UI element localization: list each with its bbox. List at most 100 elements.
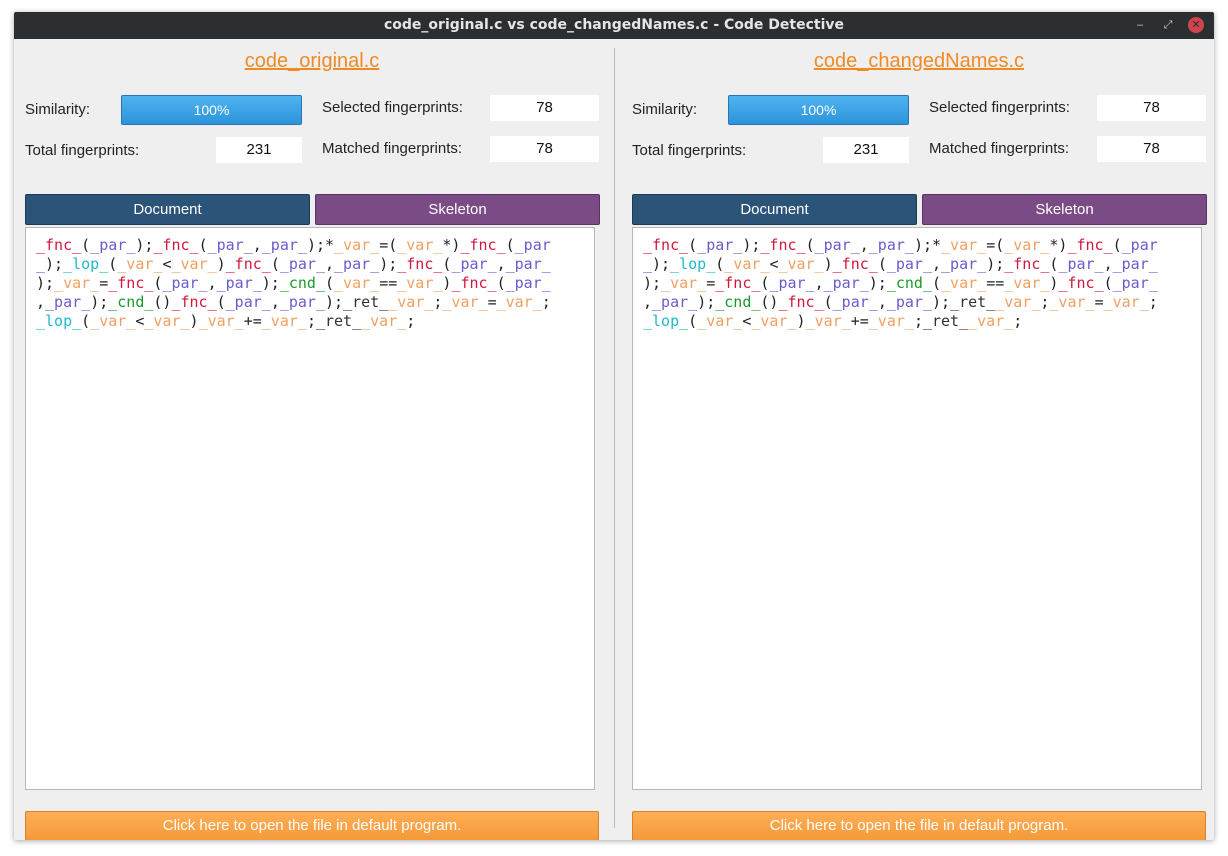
code-token: _var_ <box>397 236 443 254</box>
code-token: _var_ <box>90 312 136 330</box>
code-token: _fnc_ <box>643 236 689 254</box>
code-token: _ret_ <box>922 312 969 330</box>
code-token: ) <box>189 312 199 330</box>
code-token: += <box>243 312 262 330</box>
code-token: _par_ <box>90 236 136 254</box>
code-token: _par_ <box>1058 255 1104 273</box>
code-token: _par_ <box>1112 274 1158 292</box>
total-fingerprints-value: 231 <box>823 137 909 163</box>
file-name-link[interactable]: code_changedNames.c <box>621 50 1214 73</box>
code-token: ); <box>36 274 55 292</box>
code-token: _par_ <box>886 255 932 273</box>
code-token: _var_ <box>1103 293 1149 311</box>
code-token: _var_ <box>54 274 100 292</box>
code-token: , <box>932 255 942 273</box>
code-token: _var_ <box>442 293 488 311</box>
code-token: _par_ <box>652 293 698 311</box>
code-token: _var_ <box>198 312 244 330</box>
window-title: code_original.c vs code_changedNames.c -… <box>383 17 845 33</box>
code-token: _par_ <box>868 236 914 254</box>
code-token: , <box>859 236 869 254</box>
code-token: ( <box>216 293 226 311</box>
code-token: _fnc_ <box>171 293 217 311</box>
code-token: _par_ <box>505 274 551 292</box>
code-token: _cnd_ <box>108 293 154 311</box>
code-line: );_var_=_fnc_(_par_,_par_);_cnd_(_var_==… <box>643 274 1191 293</box>
code-token: *) <box>442 236 461 254</box>
code-token: _ <box>36 255 46 273</box>
code-token: = <box>1094 293 1104 311</box>
code-token: _lop_ <box>670 255 716 273</box>
code-token: _fnc_ <box>225 255 271 273</box>
code-token: ( <box>877 255 887 273</box>
code-token: ( <box>325 274 335 292</box>
code-token: ; <box>406 312 416 330</box>
code-line: _);_lop_(_var_<_var_)_fnc_(_par_,_par_);… <box>36 255 584 274</box>
code-token: _par_ <box>261 236 307 254</box>
maximize-icon[interactable]: ⤢ <box>1160 17 1176 33</box>
code-token: _var_ <box>995 293 1041 311</box>
code-token: , <box>325 255 335 273</box>
code-token: _ <box>643 255 653 273</box>
code-token: _var_ <box>751 312 797 330</box>
code-token: , <box>814 274 824 292</box>
code-token: _fnc_ <box>153 236 199 254</box>
selected-fingerprints-value: 78 <box>1097 95 1206 121</box>
code-token: _var_ <box>144 312 190 330</box>
code-token: _par_ <box>279 293 325 311</box>
code-token: ( <box>805 236 815 254</box>
code-token: () <box>153 293 172 311</box>
code-token: _lop_ <box>643 312 689 330</box>
code-token: ); <box>868 274 887 292</box>
code-token: ); <box>986 255 1005 273</box>
open-file-button[interactable]: Click here to open the file in default p… <box>632 811 1206 840</box>
open-file-button[interactable]: Click here to open the file in default p… <box>25 811 599 840</box>
code-token: *) <box>1049 236 1068 254</box>
file-name-link[interactable]: code_original.c <box>14 50 610 73</box>
code-token: _fnc_ <box>1067 236 1113 254</box>
code-viewer[interactable]: _fnc_(_par_);_fnc_(_par_,_par_);*_var_=(… <box>25 227 595 790</box>
code-token: ); <box>932 293 951 311</box>
code-token: _var_ <box>778 255 824 273</box>
code-token: _var_ <box>361 312 407 330</box>
code-token: =( <box>986 236 1005 254</box>
code-token: _var_ <box>1049 293 1095 311</box>
code-token: _par_ <box>451 255 497 273</box>
code-token: _var_ <box>388 293 434 311</box>
code-token: ( <box>932 274 942 292</box>
left-panel: code_original.c Similarity: 100% Selecte… <box>14 39 614 840</box>
code-token: ) <box>796 312 806 330</box>
code-token: ; <box>541 293 551 311</box>
matched-fingerprints-value: 78 <box>490 136 599 162</box>
code-token: == <box>379 274 398 292</box>
code-token: _par <box>1121 236 1158 254</box>
selected-fingerprints-value: 78 <box>490 95 599 121</box>
code-token: ( <box>1112 236 1122 254</box>
code-token: ) <box>216 255 226 273</box>
code-token: _ret_ <box>950 293 996 311</box>
code-token: _fnc_ <box>832 255 878 273</box>
code-token: , <box>496 255 506 273</box>
app-window: code_original.c vs code_changedNames.c -… <box>14 12 1214 840</box>
tab-document[interactable]: Document <box>632 194 917 225</box>
code-token: ); <box>135 236 154 254</box>
code-token: _par_ <box>225 293 271 311</box>
code-token: _var_ <box>496 293 542 311</box>
panel-divider[interactable] <box>614 48 615 828</box>
code-token: _cnd_ <box>715 293 761 311</box>
code-token: _par_ <box>832 293 878 311</box>
tab-skeleton[interactable]: Skeleton <box>315 194 600 225</box>
minimize-icon[interactable]: – <box>1132 17 1148 33</box>
tab-skeleton[interactable]: Skeleton <box>922 194 1207 225</box>
code-viewer[interactable]: _fnc_(_par_);_fnc_(_par_,_par_);*_var_=(… <box>632 227 1202 790</box>
close-icon[interactable]: ✕ <box>1188 17 1204 33</box>
tab-document[interactable]: Document <box>25 194 310 225</box>
code-token: ( <box>1103 274 1113 292</box>
code-token: _var_ <box>661 274 707 292</box>
code-token: ); <box>697 293 716 311</box>
total-fingerprints-value: 231 <box>216 137 302 163</box>
title-bar[interactable]: code_original.c vs code_changedNames.c -… <box>14 12 1214 39</box>
code-token: = <box>706 274 716 292</box>
code-token: _var_ <box>171 255 217 273</box>
code-token: ); <box>643 274 662 292</box>
